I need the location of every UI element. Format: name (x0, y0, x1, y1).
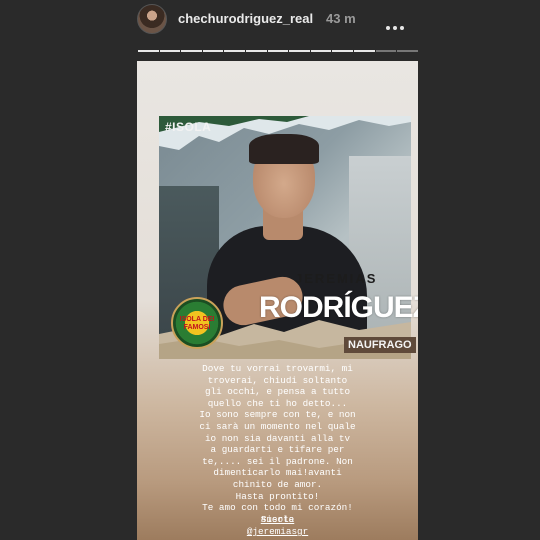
more-options-icon[interactable] (386, 17, 407, 35)
last-name: RODRÍGUEZ (259, 291, 418, 324)
progress-segment (289, 50, 310, 52)
progress-segment (202, 50, 224, 52)
username[interactable]: chechurodriguez_real (178, 11, 313, 26)
progress-segment (310, 50, 332, 52)
avatar[interactable] (137, 4, 167, 34)
progress-segment (138, 50, 159, 52)
progress-segment (159, 50, 181, 52)
hashtag-link[interactable]: #isola (137, 514, 418, 525)
progress-segment (246, 50, 267, 52)
progress-segment (224, 50, 246, 52)
caption-text: Dove tu vorrai trovarmi, mi troverai, ch… (199, 363, 356, 525)
progress-segment (267, 50, 289, 52)
hashtag-label: #ISOLA (165, 120, 212, 134)
mention-link[interactable]: @jeremiasgr (137, 526, 418, 537)
story-content[interactable]: #ISOLA JEREMIAS RODRÍGUEZ NAUFRAGO ISOLA… (137, 61, 418, 540)
post-time: 43 m (326, 11, 356, 26)
progress-segment (354, 50, 375, 52)
progress-segment (375, 50, 397, 52)
story-header: chechurodriguez_real 43 m (0, 0, 540, 40)
progress-segment (181, 50, 202, 52)
show-logo-text: ISOLA DEI FAMOSI (179, 316, 215, 331)
story-progress-bar (138, 50, 418, 52)
first-name: JEREMIAS (295, 271, 378, 286)
progress-segment (397, 50, 418, 52)
progress-segment (332, 50, 354, 52)
role-label: NAUFRAGO (344, 337, 416, 353)
